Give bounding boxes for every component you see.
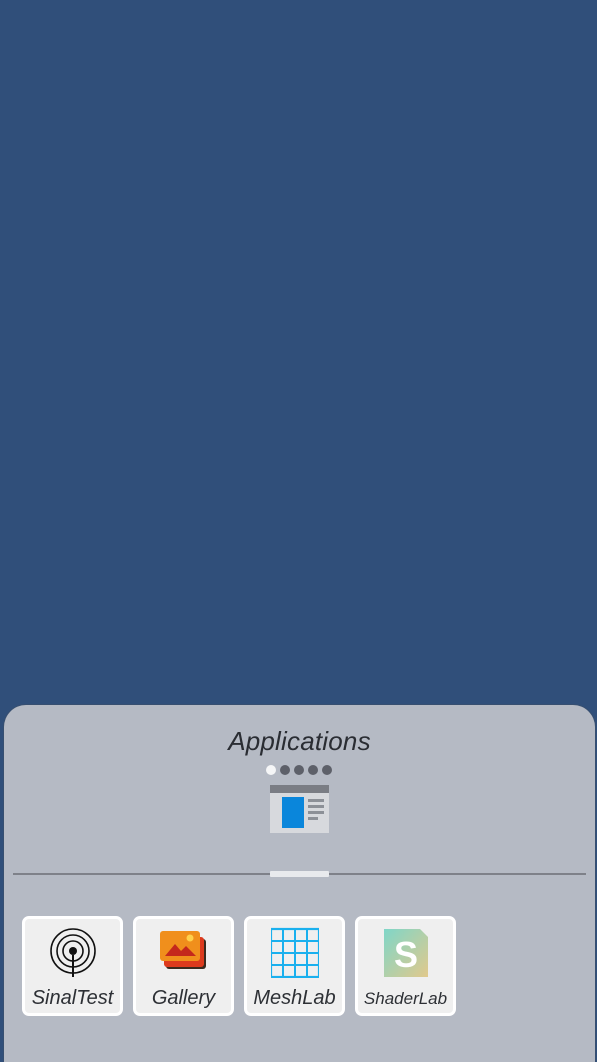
app-list: SinalTest Gallery MeshLab S ShaderLab bbox=[22, 916, 456, 1016]
drag-handle[interactable] bbox=[270, 871, 329, 877]
page-dot-4[interactable] bbox=[308, 765, 318, 775]
app-label: ShaderLab bbox=[363, 989, 448, 1008]
app-sinaltest[interactable]: SinalTest bbox=[22, 916, 123, 1016]
app-shaderlab[interactable]: S ShaderLab bbox=[355, 916, 456, 1016]
gallery-icon bbox=[160, 931, 206, 969]
grid-icon bbox=[271, 927, 319, 978]
app-label: SinalTest bbox=[31, 987, 114, 1009]
page-dot-1[interactable] bbox=[266, 765, 276, 775]
shader-icon: S bbox=[384, 929, 428, 977]
panel-title: Applications bbox=[228, 726, 371, 756]
page-indicator bbox=[266, 765, 332, 775]
app-window-icon[interactable] bbox=[270, 785, 329, 833]
page-dot-2[interactable] bbox=[280, 765, 290, 775]
applications-panel: Applications SinalTest Gallery MeshLab S… bbox=[4, 705, 595, 1062]
svg-text:S: S bbox=[394, 934, 418, 975]
app-label: Gallery bbox=[151, 987, 216, 1009]
home-screen: Applications SinalTest Gallery MeshLab S… bbox=[0, 0, 597, 1062]
app-gallery[interactable]: Gallery bbox=[133, 916, 234, 1016]
app-meshlab[interactable]: MeshLab bbox=[244, 916, 345, 1016]
page-dot-3[interactable] bbox=[294, 765, 304, 775]
signal-icon bbox=[50, 928, 96, 977]
page-dot-5[interactable] bbox=[322, 765, 332, 775]
app-label: MeshLab bbox=[253, 987, 336, 1009]
